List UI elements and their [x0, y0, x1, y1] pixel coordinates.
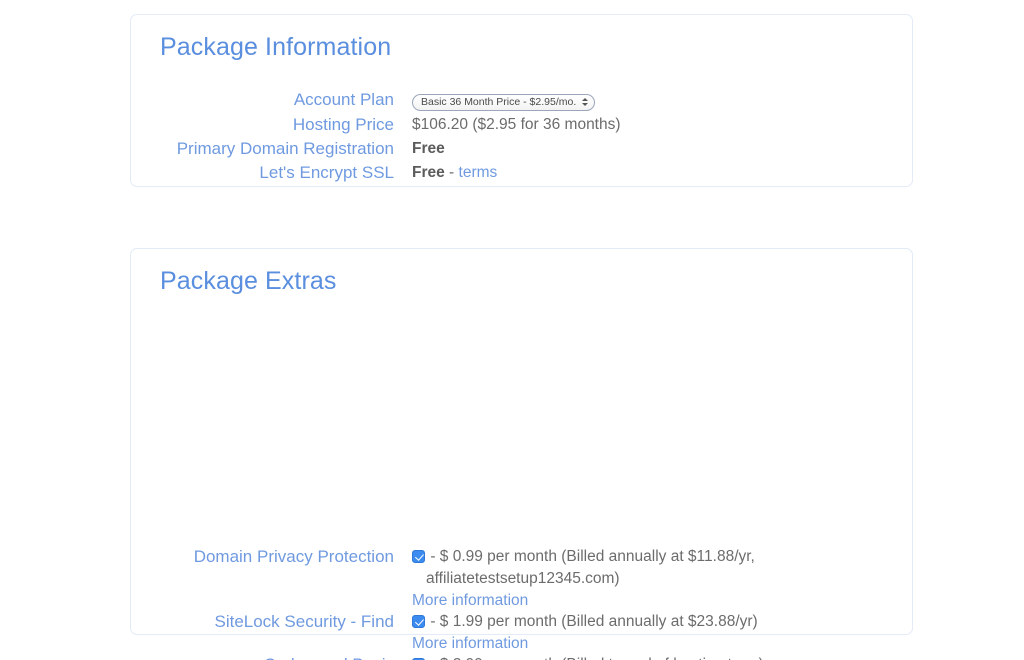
- package-information-title: Package Information: [160, 33, 391, 62]
- package-information-rows: Account Plan Basic 36 Month Price - $2.9…: [131, 89, 912, 184]
- row-label-lets-encrypt-ssl: Let's Encrypt SSL: [131, 162, 394, 184]
- row-codeguard-basic: Codeguard Basic - $ 2.99 per month (Bill…: [131, 654, 912, 660]
- price-text-domain-privacy-protection-line2: affiliatetestsetup12345.com): [412, 568, 912, 590]
- billing-package-page: Package Information Account Plan Basic 3…: [0, 0, 1024, 660]
- account-plan-selected-value: Basic 36 Month Price - $2.95/mo.: [421, 91, 576, 113]
- package-extras-card: Package Extras Domain Privacy Protection…: [130, 248, 913, 635]
- row-value-account-plan: Basic 36 Month Price - $2.95/mo.: [412, 89, 912, 111]
- lets-encrypt-ssl-separator: -: [445, 164, 459, 181]
- row-label-primary-domain-registration: Primary Domain Registration: [131, 138, 394, 160]
- row-label-domain-privacy-protection: Domain Privacy Protection: [131, 546, 394, 568]
- row-label-hosting-price: Hosting Price: [131, 114, 394, 136]
- row-value-hosting-price: $106.20 ($2.95 for 36 months): [412, 114, 912, 136]
- price-text-sitelock-security: - $ 1.99 per month (Billed annually at $…: [430, 613, 757, 630]
- package-extras-rows: Domain Privacy Protection - $ 0.99 per m…: [131, 546, 912, 660]
- row-hosting-price: Hosting Price $106.20 ($2.95 for 36 mont…: [131, 114, 912, 136]
- row-primary-domain-registration: Primary Domain Registration Free: [131, 138, 912, 160]
- row-lets-encrypt-ssl: Let's Encrypt SSL Free - terms: [131, 162, 912, 184]
- row-label-account-plan: Account Plan: [131, 89, 394, 111]
- price-text-codeguard-basic: - $ 2.99 per month (Billed to end of hos…: [430, 656, 763, 660]
- lets-encrypt-ssl-value: Free: [412, 164, 445, 181]
- terms-link[interactable]: terms: [459, 164, 498, 181]
- row-sitelock-security: SiteLock Security - Find - $ 1.99 per mo…: [131, 611, 912, 654]
- checkbox-domain-privacy-protection[interactable]: [412, 550, 425, 563]
- more-information-link-sitelock-security[interactable]: More information: [412, 633, 912, 654]
- row-account-plan: Account Plan Basic 36 Month Price - $2.9…: [131, 89, 912, 111]
- price-text-domain-privacy-protection: - $ 0.99 per month (Billed annually at $…: [430, 548, 755, 565]
- row-value-primary-domain-registration: Free: [412, 138, 912, 160]
- row-label-codeguard-basic: Codeguard Basic: [131, 654, 394, 660]
- row-domain-privacy-protection: Domain Privacy Protection - $ 0.99 per m…: [131, 546, 912, 611]
- row-label-sitelock-security: SiteLock Security - Find: [131, 611, 394, 633]
- row-value-codeguard-basic: - $ 2.99 per month (Billed to end of hos…: [412, 654, 912, 660]
- package-extras-title: Package Extras: [160, 267, 337, 296]
- row-value-domain-privacy-protection: - $ 0.99 per month (Billed annually at $…: [412, 546, 912, 611]
- select-stepper-arrows-icon: [582, 98, 588, 106]
- row-value-lets-encrypt-ssl: Free - terms: [412, 162, 912, 184]
- checkbox-sitelock-security[interactable]: [412, 615, 425, 628]
- primary-domain-registration-value: Free: [412, 140, 445, 157]
- row-value-sitelock-security: - $ 1.99 per month (Billed annually at $…: [412, 611, 912, 654]
- more-information-link-domain-privacy-protection[interactable]: More information: [412, 590, 912, 611]
- package-information-card: Package Information Account Plan Basic 3…: [130, 14, 913, 187]
- account-plan-select[interactable]: Basic 36 Month Price - $2.95/mo.: [412, 94, 595, 111]
